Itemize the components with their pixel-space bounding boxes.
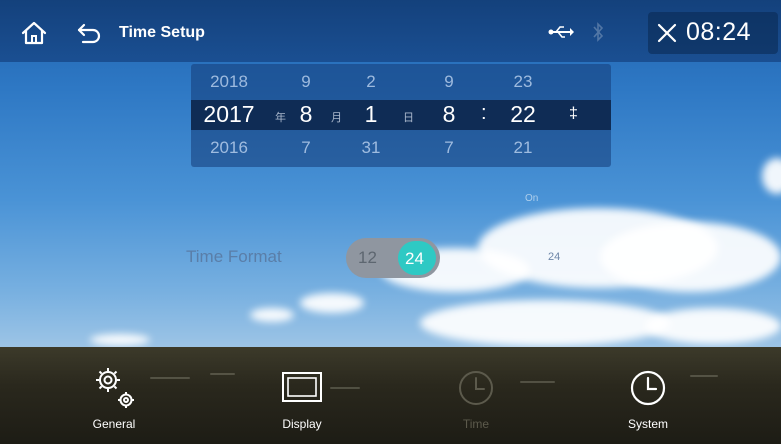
- prev-minute[interactable]: 23: [503, 72, 543, 92]
- nav-time-label: Time: [462, 417, 490, 431]
- cloud: [90, 334, 150, 346]
- cloud: [762, 158, 781, 194]
- current-minute[interactable]: 22: [503, 101, 543, 128]
- next-minute[interactable]: 21: [503, 138, 543, 158]
- close-icon: [657, 23, 677, 43]
- cloud: [645, 308, 781, 344]
- prev-day[interactable]: 2: [356, 72, 386, 92]
- gears-icon: [96, 368, 134, 408]
- next-year[interactable]: 2016: [199, 138, 259, 158]
- prev-year[interactable]: 2018: [199, 72, 259, 92]
- nav-general-label: General: [92, 417, 136, 431]
- nav-system[interactable]: System: [608, 362, 688, 434]
- nav-display[interactable]: Display: [262, 362, 342, 434]
- usb-icon: [548, 24, 574, 40]
- current-month[interactable]: 8: [291, 101, 321, 128]
- prev-hour[interactable]: 9: [434, 72, 464, 92]
- next-month[interactable]: 7: [291, 138, 321, 158]
- clock-icon: [630, 370, 666, 406]
- time-format-option-24[interactable]: 24: [405, 249, 424, 269]
- back-button[interactable]: [76, 20, 104, 46]
- current-day[interactable]: 1: [356, 101, 386, 128]
- close-button[interactable]: [656, 22, 678, 44]
- home-icon: [21, 21, 47, 45]
- nav-general[interactable]: General: [82, 362, 146, 434]
- top-bar: Time Setup 08:24: [0, 0, 781, 62]
- clock-icon: [459, 371, 493, 405]
- picker-row-selected[interactable]: 2017 年 8 月 1 日 8 : 22 ‡: [191, 100, 611, 130]
- home-button[interactable]: [20, 20, 48, 46]
- nav-time[interactable]: Time: [436, 362, 516, 434]
- faint-label: On: [525, 193, 539, 204]
- picker-row-next[interactable]: 2016 7 31 7 21: [191, 134, 611, 164]
- current-hour[interactable]: 8: [434, 101, 464, 128]
- next-hour[interactable]: 7: [434, 138, 464, 158]
- nav-system-label: System: [627, 417, 668, 431]
- picker-row-previous[interactable]: 2018 9 2 9 23: [191, 68, 611, 98]
- cloud: [250, 308, 294, 322]
- page-title: Time Setup: [119, 24, 205, 41]
- time-setup-screen: Time Setup 08:24 2018 9 2 9 23 2017 年 8 …: [0, 0, 781, 444]
- time-format-option-12[interactable]: 12: [358, 248, 377, 268]
- cloud: [600, 222, 781, 292]
- back-icon: [77, 23, 101, 44]
- day-unit: 日: [403, 112, 414, 124]
- toggle-knob[interactable]: 24: [398, 241, 436, 275]
- current-year[interactable]: 2017: [199, 101, 259, 128]
- nav-display-label: Display: [282, 417, 322, 431]
- cloud: [300, 293, 364, 313]
- time-format-label: Time Format: [186, 247, 282, 266]
- next-day[interactable]: 31: [356, 138, 386, 158]
- time-format-value: 24: [548, 251, 561, 263]
- prev-month[interactable]: 9: [291, 72, 321, 92]
- time-format-toggle[interactable]: 12 24: [346, 238, 440, 278]
- spin-indicator: ‡: [569, 105, 578, 122]
- month-unit: 月: [331, 112, 342, 124]
- cloud: [420, 300, 670, 346]
- year-unit: 年: [275, 112, 286, 124]
- bluetooth-icon: [592, 22, 604, 42]
- time-separator: :: [481, 102, 487, 124]
- date-time-picker[interactable]: 2018 9 2 9 23 2017 年 8 月 1 日 8 : 22 ‡ 20…: [191, 64, 611, 167]
- display-icon: [282, 372, 322, 402]
- clock-time: 08:24: [686, 18, 752, 46]
